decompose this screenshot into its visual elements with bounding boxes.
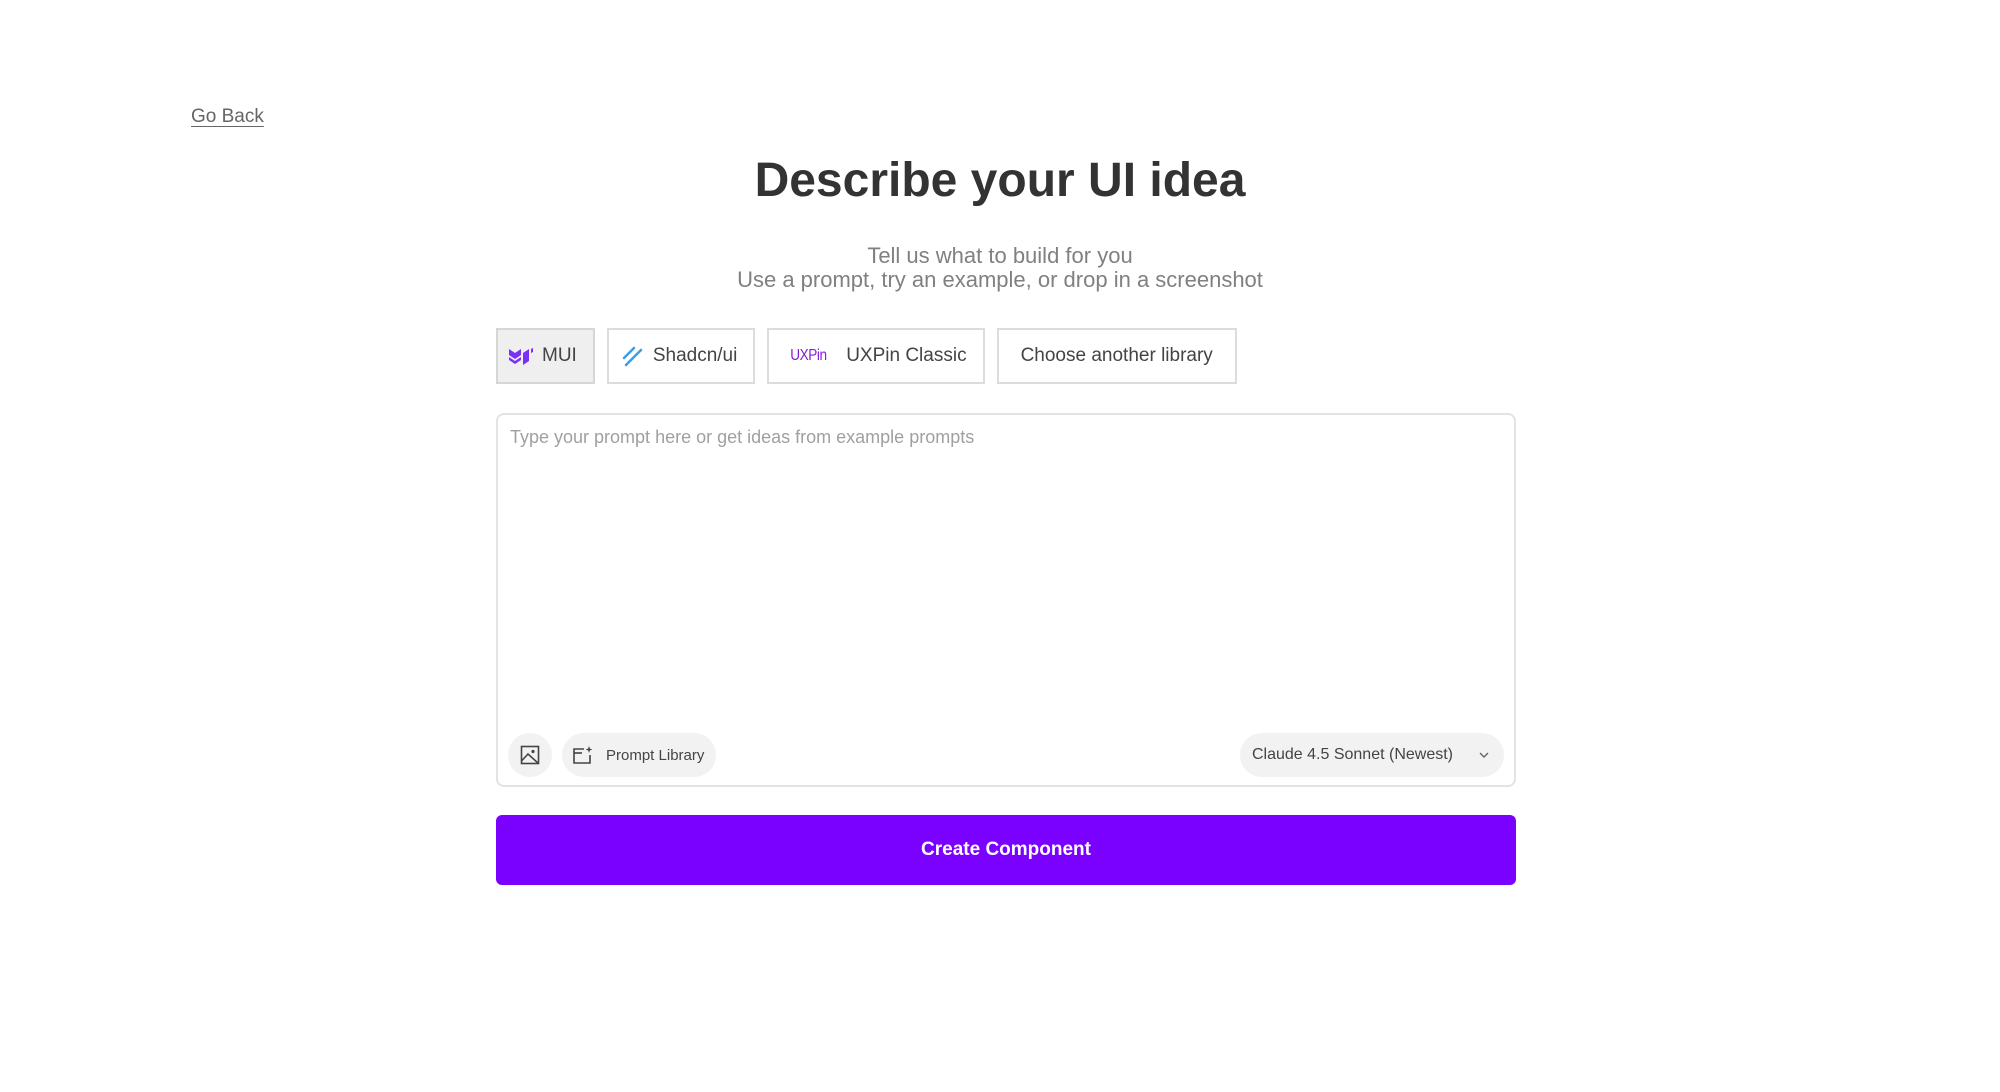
prompt-container: Prompt Library Claude 4.5 Sonnet (Newest… [496,413,1516,787]
library-option-mui[interactable]: MUI [496,328,595,384]
go-back-link[interactable]: Go Back [191,106,264,128]
mui-logo-icon [506,341,536,371]
library-label: MUI [542,345,577,366]
model-select[interactable]: Claude 4.5 Sonnet (Newest) [1240,733,1504,777]
subtitle-line-1: Tell us what to build for you [867,243,1133,268]
page: Go Back Describe your UI idea Tell us wh… [0,0,2000,1092]
library-selector: MUI Shadcn/ui UXPin UXPin Classic Choose… [496,328,1237,384]
page-subtitle: Tell us what to build for you Use a prom… [0,244,2000,292]
shadcn-logo-icon [617,341,647,371]
chevron-down-icon [1478,751,1490,759]
prompt-input[interactable] [510,427,1500,697]
prompt-library-label: Prompt Library [606,746,705,764]
library-option-uxpin-classic[interactable]: UXPin UXPin Classic [767,328,985,384]
library-option-shadcn[interactable]: Shadcn/ui [606,328,756,384]
page-title: Describe your UI idea [754,154,1246,207]
library-label: UXPin Classic [846,345,967,366]
library-label: Choose another library [1020,345,1213,366]
library-label: Shadcn/ui [652,345,738,366]
prompt-library-icon [572,745,594,765]
prompt-library-button[interactable]: Prompt Library [562,733,717,777]
subtitle-line-2: Use a prompt, try an example, or drop in… [737,267,1263,292]
library-option-choose-another[interactable]: Choose another library [996,328,1237,384]
create-component-button[interactable]: Create Component [496,815,1516,885]
image-icon [520,745,540,765]
uxpin-logo-icon: UXPin [790,347,828,364]
image-upload-button[interactable] [508,733,552,777]
model-select-value: Claude 4.5 Sonnet (Newest) [1252,746,1453,763]
